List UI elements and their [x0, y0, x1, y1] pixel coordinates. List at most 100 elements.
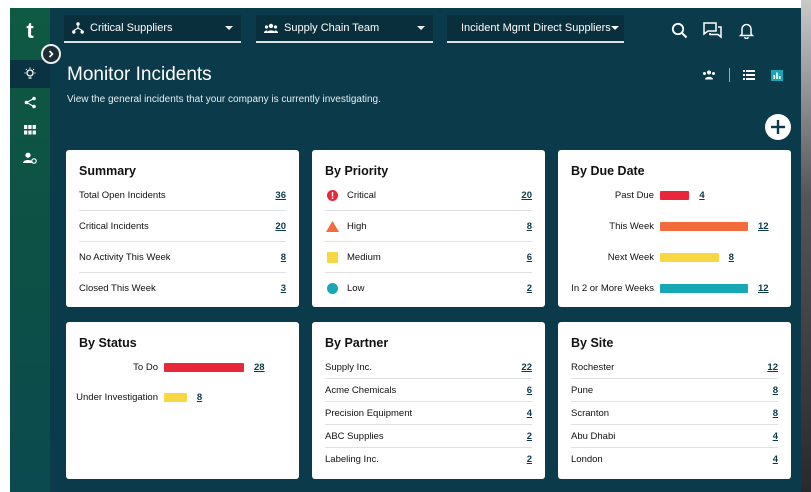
row-value-link[interactable]: 4	[773, 431, 778, 442]
site-row[interactable]: London 4	[571, 448, 778, 471]
partner-row[interactable]: Precision Equipment 4	[325, 402, 532, 425]
row-value-link[interactable]: 4	[773, 454, 778, 465]
row-value-link[interactable]: 12	[767, 362, 778, 373]
row-value-link[interactable]: 20	[275, 221, 286, 232]
row-value-link[interactable]: 4	[699, 190, 704, 201]
row-value-link[interactable]: 2	[527, 283, 532, 294]
lightbulb-icon	[24, 67, 36, 79]
partner-row[interactable]: ABC Supplies 2	[325, 425, 532, 448]
summary-row-closed[interactable]: Closed This Week 3	[79, 273, 286, 304]
row-value-link[interactable]: 8	[773, 408, 778, 419]
chevron-right-icon	[48, 50, 54, 58]
row-label: To Do	[133, 361, 158, 373]
row-value-link[interactable]: 22	[521, 362, 532, 373]
incident-view-dropdown[interactable]: Incident Mgmt Direct Suppliers	[447, 15, 624, 43]
due-bar-next-week	[660, 252, 719, 262]
row-value-link[interactable]: 4	[527, 408, 532, 419]
status-row-to-do[interactable]: To Do 28	[66, 360, 265, 374]
due-row-two-plus-weeks[interactable]: In 2 or More Weeks 12	[558, 281, 769, 295]
row-value-link[interactable]: 28	[254, 362, 265, 373]
row-value-link[interactable]: 8	[197, 392, 202, 403]
page-title: Monitor Incidents	[67, 64, 212, 85]
rail-item-share[interactable]	[10, 88, 50, 116]
chevron-down-icon	[417, 26, 425, 30]
status-bar-under-investigation	[164, 392, 187, 402]
row-value-link[interactable]: 8	[729, 252, 734, 263]
site-row[interactable]: Scranton 8	[571, 402, 778, 425]
view-switcher	[702, 68, 783, 82]
row-label: Supply Inc.	[325, 361, 372, 373]
medium-square-icon	[326, 251, 338, 263]
site-row[interactable]: Abu Dhabi 4	[571, 425, 778, 448]
due-bar-past-due	[660, 190, 690, 200]
notifications-button[interactable]	[735, 19, 757, 41]
status-row-under-investigation[interactable]: Under Investigation 8	[66, 390, 202, 404]
row-label: Low	[347, 283, 365, 294]
rail-item-dashboard[interactable]	[10, 116, 50, 144]
expand-nav-button[interactable]	[41, 44, 61, 64]
rail-item-ideas[interactable]	[10, 60, 50, 88]
partner-card: By Partner Supply Inc. 22 Acme Chemicals 6…	[312, 322, 545, 479]
team-icon	[703, 70, 715, 80]
row-value-link[interactable]: 6	[527, 385, 532, 396]
due-row-next-week[interactable]: Next Week 8	[558, 250, 734, 264]
due-row-past-due[interactable]: Past Due 4	[558, 188, 705, 202]
row-value-link[interactable]: 12	[758, 283, 769, 294]
summary-row-no-activity[interactable]: No Activity This Week 8	[79, 242, 286, 273]
search-icon	[671, 22, 687, 38]
row-value-link[interactable]: 12	[758, 221, 769, 232]
view-divider	[729, 68, 730, 82]
row-label: Critical	[347, 189, 377, 201]
priority-row-critical[interactable]: Critical 20	[325, 180, 532, 211]
card-title: By Site	[571, 336, 614, 350]
chat-button[interactable]	[701, 19, 723, 41]
row-label: Rochester	[571, 361, 615, 373]
partner-row[interactable]: Labeling Inc. 2	[325, 448, 532, 471]
list-view-button[interactable]	[743, 70, 755, 80]
left-rail: t	[10, 8, 50, 492]
card-title: By Status	[79, 336, 137, 350]
priority-row-medium[interactable]: Medium 6	[325, 242, 532, 273]
row-value-link[interactable]: 36	[275, 190, 286, 201]
site-row[interactable]: Pune 8	[571, 379, 778, 402]
row-label: Closed This Week	[79, 283, 156, 294]
row-label: Medium	[347, 251, 381, 263]
share-icon	[24, 96, 36, 108]
row-value-link[interactable]: 8	[773, 385, 778, 396]
team-view-button[interactable]	[702, 70, 716, 80]
supplier-filter-dropdown[interactable]: Critical Suppliers	[64, 15, 241, 43]
search-button[interactable]	[668, 19, 690, 41]
row-value-link[interactable]: 2	[527, 431, 532, 442]
top-bar: Critical Suppliers Supply Chain Team Inc…	[50, 8, 811, 54]
summary-row-critical[interactable]: Critical Incidents 20	[79, 211, 286, 242]
row-label: Abu Dhabi	[571, 430, 616, 442]
priority-row-high[interactable]: High 8	[325, 211, 532, 242]
card-title: By Partner	[325, 336, 389, 350]
row-value-link[interactable]: 20	[521, 190, 532, 201]
row-label: High	[347, 220, 367, 232]
background-photo-edge	[801, 0, 811, 492]
row-label: London	[571, 454, 603, 465]
site-row[interactable]: Rochester 12	[571, 356, 778, 379]
team-icon	[264, 23, 278, 33]
row-label: Acme Chemicals	[325, 384, 397, 396]
row-label: Pune	[571, 384, 594, 396]
user-settings-icon	[23, 152, 37, 164]
row-value-link[interactable]: 6	[527, 252, 532, 263]
row-value-link[interactable]: 2	[527, 454, 532, 465]
row-value-link[interactable]: 8	[281, 252, 286, 263]
row-label: Precision Equipment	[325, 407, 413, 419]
priority-row-low[interactable]: Low 2	[325, 273, 532, 304]
due-row-this-week[interactable]: This Week 12	[558, 219, 769, 233]
team-filter-dropdown[interactable]: Supply Chain Team	[256, 15, 433, 43]
chart-view-button[interactable]	[771, 69, 783, 81]
card-title: Summary	[79, 164, 136, 178]
row-value-link[interactable]: 3	[281, 283, 286, 294]
rail-item-user-settings[interactable]	[10, 144, 50, 172]
partner-row[interactable]: Acme Chemicals 6	[325, 379, 532, 402]
summary-row-total-open[interactable]: Total Open Incidents 36	[79, 180, 286, 211]
add-incident-button[interactable]	[765, 114, 791, 140]
partner-row[interactable]: Supply Inc. 22	[325, 356, 532, 379]
row-value-link[interactable]: 8	[527, 221, 532, 232]
card-title: By Priority	[325, 164, 389, 178]
